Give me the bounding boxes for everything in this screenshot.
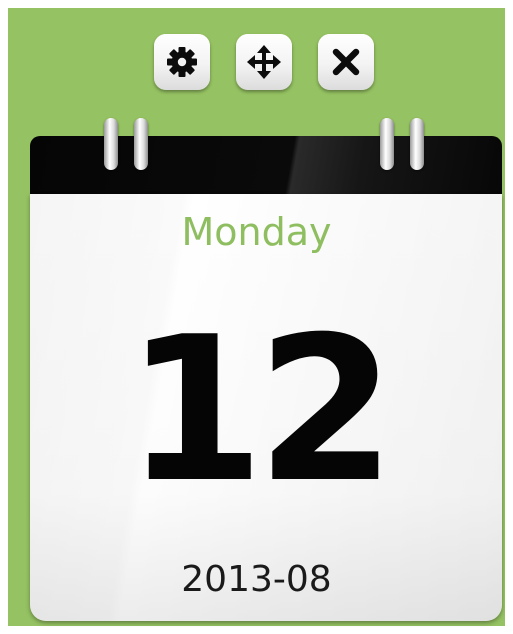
widget-toolbar — [0, 34, 513, 90]
move-arrows-icon — [247, 45, 281, 79]
close-icon — [332, 48, 360, 76]
day-number: 12 — [125, 294, 395, 527]
close-button[interactable] — [318, 34, 374, 90]
binder-ring — [380, 118, 394, 170]
gear-icon — [167, 47, 197, 77]
year-month-label: 2013-08 — [181, 559, 332, 600]
calendar-binding-strip — [30, 136, 502, 194]
move-button[interactable] — [236, 34, 292, 90]
binder-ring — [410, 118, 424, 170]
settings-button[interactable] — [154, 34, 210, 90]
weekday-label: Monday — [181, 210, 332, 254]
binder-ring — [134, 118, 148, 170]
binder-ring — [104, 118, 118, 170]
